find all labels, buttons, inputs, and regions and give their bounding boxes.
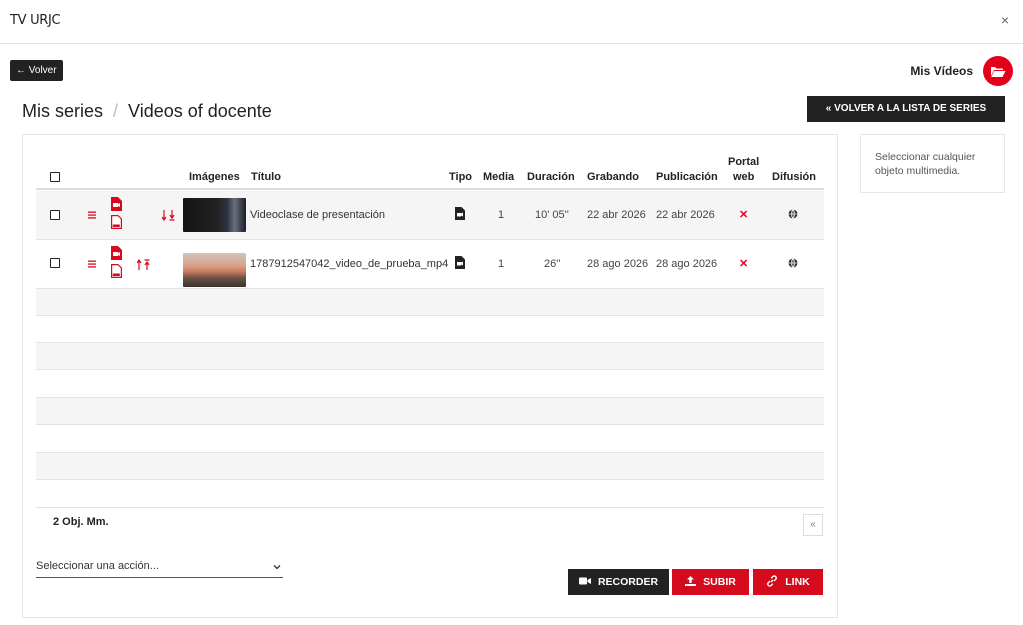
side-panel-hint: Seleccionar cualquier objeto multimedia. [875, 151, 976, 177]
breadcrumb: Mis series / Videos of docente [22, 101, 272, 122]
move-down-bottom-icon[interactable] [161, 210, 176, 224]
mis-videos-label: Mis Vídeos [910, 64, 973, 78]
header-media: Media [483, 171, 515, 183]
mis-videos-link[interactable]: Mis Vídeos [910, 56, 1013, 86]
row-recorded: 28 ago 2026 [587, 258, 649, 270]
empty-row [36, 343, 824, 370]
chevron-down-icon [273, 562, 281, 574]
row-published: 22 abr 2026 [656, 209, 715, 221]
row-recorded: 22 abr 2026 [587, 209, 646, 221]
empty-row [36, 481, 824, 508]
document-icon[interactable] [111, 264, 122, 281]
upload-label: SUBIR [703, 576, 736, 588]
video-file-icon [455, 256, 465, 272]
header-published: Publicación [656, 171, 718, 183]
table-row[interactable]: Videoclase de presentación 1 10' 05'' 22… [36, 191, 824, 240]
breadcrumb-root[interactable]: Mis series [22, 101, 103, 122]
header-recorded: Grabando [587, 171, 639, 183]
link-icon [766, 574, 778, 590]
breadcrumb-separator: / [113, 101, 119, 121]
row-title[interactable]: Videoclase de presentación [250, 209, 385, 221]
row-media: 1 [498, 209, 505, 221]
back-button[interactable]: ← Volver [10, 60, 63, 81]
breadcrumb-current: Videos of docente [128, 101, 272, 121]
menu-lines-icon[interactable] [88, 259, 96, 271]
table-row[interactable]: 1787912547042_video_de_prueba_mp4 1 26''… [36, 240, 824, 289]
table-header: Imágenes Título Tipo Media Duración Grab… [36, 150, 824, 190]
row-duration: 26'' [544, 258, 561, 270]
side-info-panel: Seleccionar cualquier objeto multimedia. [860, 134, 1005, 193]
video-file-icon [455, 207, 465, 223]
row-media: 1 [498, 258, 505, 270]
recorder-button[interactable]: RECORDER [568, 569, 669, 595]
recorder-label: RECORDER [597, 576, 659, 588]
app-title: TV URJC [10, 13, 61, 28]
action-select-value: Seleccionar una acción... [36, 560, 159, 572]
menu-lines-icon[interactable] [88, 210, 96, 222]
empty-row [36, 289, 824, 316]
globe-icon[interactable] [788, 209, 798, 222]
empty-row [36, 316, 824, 343]
header-type: Tipo [449, 171, 473, 183]
header-duration: Duración [527, 171, 575, 183]
header-title: Título [251, 171, 281, 183]
row-published: 28 ago 2026 [656, 258, 718, 270]
upload-button[interactable]: SUBIR [672, 569, 749, 595]
globe-icon[interactable] [788, 258, 798, 271]
link-label: LINK [785, 576, 810, 588]
document-icon[interactable] [111, 215, 122, 232]
select-all-checkbox[interactable] [50, 172, 60, 182]
video-camera-icon [578, 576, 591, 588]
folder-open-icon[interactable] [983, 56, 1013, 86]
close-button[interactable]: × [1001, 12, 1009, 28]
header-portal-line1: Portal [728, 156, 760, 168]
action-select[interactable]: Seleccionar una acción... [36, 560, 283, 578]
back-to-series-button[interactable]: « VOLVER A LA LISTA DE SERIES [807, 96, 1005, 122]
row-duration: 10' 05'' [535, 209, 569, 221]
header-broadcast: Difusión [772, 171, 816, 183]
portal-disabled-icon[interactable]: ✕ [739, 208, 748, 221]
video-thumbnail[interactable] [183, 198, 246, 232]
row-checkbox[interactable] [50, 258, 60, 268]
video-document-icon[interactable] [111, 197, 122, 214]
upload-icon [685, 575, 697, 589]
video-thumbnail[interactable] [183, 253, 246, 287]
portal-disabled-icon[interactable]: ✕ [739, 257, 748, 270]
move-up-top-icon[interactable] [136, 258, 151, 273]
empty-row [36, 371, 824, 398]
pager-first-button[interactable]: « [803, 514, 823, 536]
row-title[interactable]: 1787912547042_video_de_prueba_mp4 [250, 258, 448, 270]
video-document-icon[interactable] [111, 246, 122, 263]
object-count: 2 Obj. Mm. [53, 516, 109, 528]
empty-row [36, 426, 824, 453]
header-portal-line2: web [733, 171, 755, 183]
row-checkbox[interactable] [50, 210, 60, 220]
empty-row [36, 398, 824, 425]
link-button[interactable]: LINK [753, 569, 823, 595]
header-images: Imágenes [189, 171, 240, 183]
empty-row [36, 453, 824, 480]
top-bar: TV URJC × [0, 0, 1023, 44]
